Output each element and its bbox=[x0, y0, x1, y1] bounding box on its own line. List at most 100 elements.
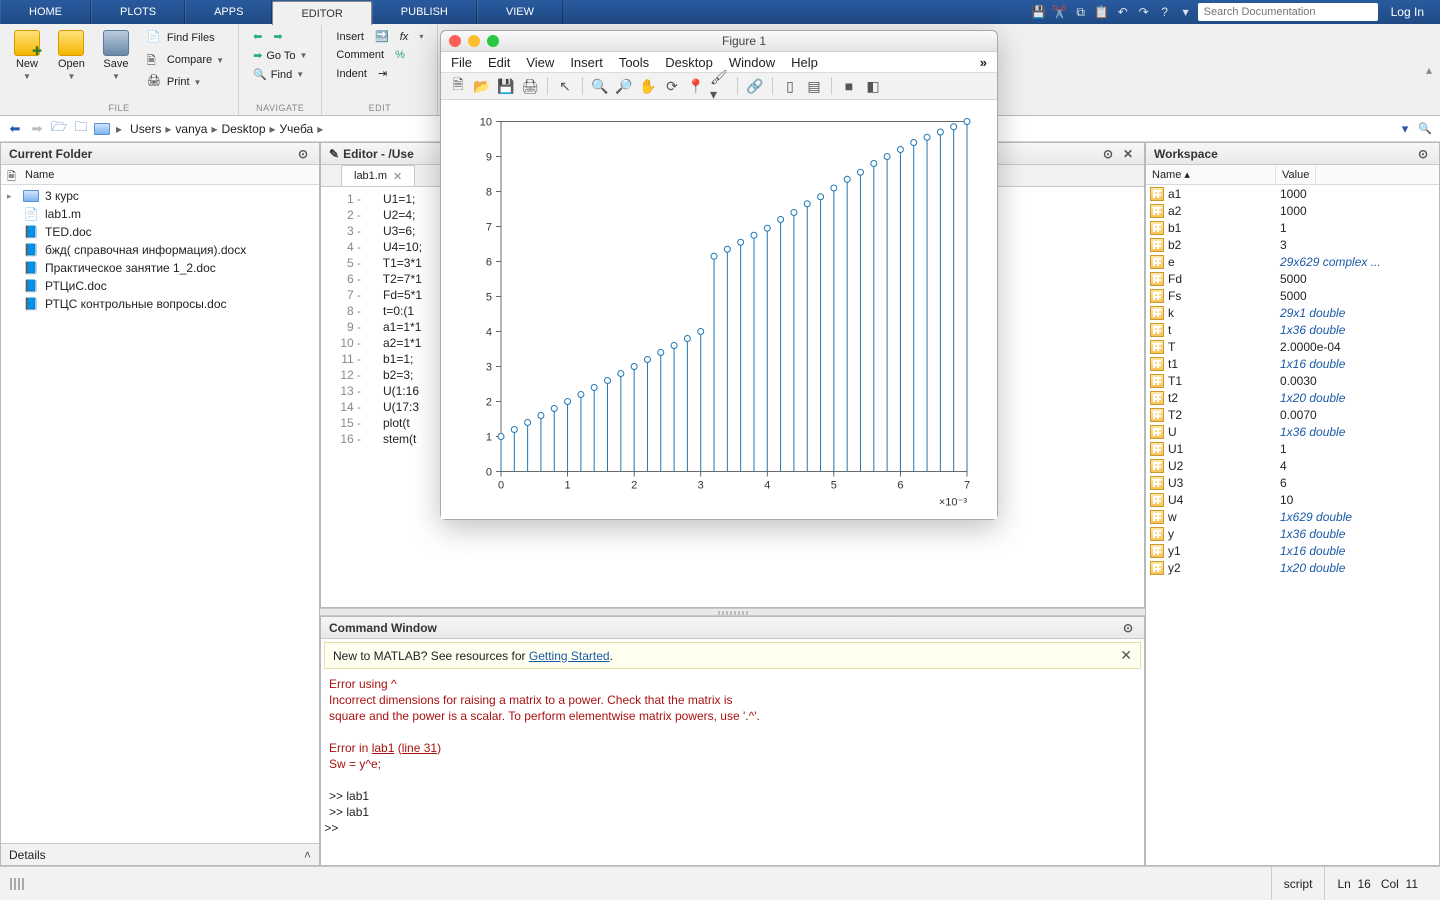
legend-icon[interactable]: ▤ bbox=[803, 75, 825, 97]
save-figure-icon[interactable]: 💾 bbox=[495, 75, 517, 97]
column-header-name[interactable]: Name ▴ bbox=[1146, 165, 1276, 184]
cut-icon[interactable]: ✂️ bbox=[1051, 3, 1069, 21]
menu-tools[interactable]: Tools bbox=[619, 55, 649, 70]
nav-back-icon[interactable]: ⬅ bbox=[6, 120, 24, 138]
panel-menu-icon[interactable]: ⊙ bbox=[1415, 146, 1431, 162]
open-figure-icon[interactable]: 📂 bbox=[471, 75, 493, 97]
path-dropdown-icon[interactable]: ▾ bbox=[1396, 120, 1414, 138]
workspace-variable[interactable]: k29x1 double bbox=[1146, 304, 1439, 321]
workspace-variable[interactable]: T2.0000e-04 bbox=[1146, 338, 1439, 355]
window-maximize-icon[interactable] bbox=[487, 35, 499, 47]
workspace-variable[interactable]: y21x20 double bbox=[1146, 559, 1439, 576]
workspace-variable[interactable]: a11000 bbox=[1146, 185, 1439, 202]
menu-view[interactable]: View bbox=[526, 55, 554, 70]
error-file-link[interactable]: lab1 bbox=[372, 741, 395, 755]
menu-edit[interactable]: Edit bbox=[488, 55, 510, 70]
breadcrumb[interactable]: Users bbox=[128, 122, 163, 136]
workspace-variable[interactable]: U410 bbox=[1146, 491, 1439, 508]
workspace-variable[interactable]: t21x20 double bbox=[1146, 389, 1439, 406]
tab-view[interactable]: VIEW bbox=[477, 0, 563, 24]
find-files-button[interactable]: 📄Find Files bbox=[143, 28, 228, 48]
brush-icon[interactable]: 🖌▾ bbox=[709, 75, 731, 97]
link-icon[interactable]: 🔗 bbox=[744, 75, 766, 97]
zoom-in-icon[interactable]: 🔍 bbox=[589, 75, 611, 97]
rotate-icon[interactable]: ⟳ bbox=[661, 75, 683, 97]
workspace-variable[interactable]: U11 bbox=[1146, 440, 1439, 457]
workspace-variable[interactable]: Fd5000 bbox=[1146, 270, 1439, 287]
editor-file-tab[interactable]: lab1.m✕ bbox=[341, 165, 415, 186]
hide-tools-icon[interactable]: ■ bbox=[838, 75, 860, 97]
menu-window[interactable]: Window bbox=[729, 55, 775, 70]
new-figure-icon[interactable]: 🗎 bbox=[447, 75, 469, 97]
collapse-ribbon-icon[interactable]: ▴ bbox=[1426, 24, 1440, 115]
zoom-out-icon[interactable]: 🔎 bbox=[613, 75, 635, 97]
window-close-icon[interactable] bbox=[449, 35, 461, 47]
file-row[interactable]: 📘бжд( справочная информация).docx bbox=[1, 241, 319, 259]
workspace-variable[interactable]: w1x629 double bbox=[1146, 508, 1439, 525]
dropdown-icon[interactable]: ▾ bbox=[1177, 3, 1195, 21]
save-icon[interactable]: 💾 bbox=[1030, 3, 1048, 21]
column-header-value[interactable]: Value bbox=[1276, 165, 1316, 184]
workspace-variable[interactable]: U1x36 double bbox=[1146, 423, 1439, 440]
panel-menu-icon[interactable]: ⊙ bbox=[295, 146, 311, 162]
search-documentation-input[interactable] bbox=[1198, 3, 1378, 21]
panel-menu-icon[interactable]: ⊙ bbox=[1120, 620, 1136, 636]
tab-editor[interactable]: EDITOR bbox=[272, 1, 371, 25]
tab-apps[interactable]: APPS bbox=[185, 0, 272, 24]
insert-button[interactable]: Insert 🔜 fx ▾ bbox=[332, 28, 427, 45]
help-icon[interactable]: ? bbox=[1156, 3, 1174, 21]
breadcrumb[interactable]: Desktop bbox=[219, 122, 267, 136]
tab-close-icon[interactable]: ✕ bbox=[393, 170, 402, 183]
undo-icon[interactable]: ↶ bbox=[1114, 3, 1132, 21]
redo-icon[interactable]: ↷ bbox=[1135, 3, 1153, 21]
figure-window[interactable]: Figure 1 FileEditViewInsertToolsDesktopW… bbox=[440, 30, 998, 520]
figure-menu-overflow-icon[interactable]: » bbox=[980, 55, 987, 70]
workspace-variable[interactable]: Fs5000 bbox=[1146, 287, 1439, 304]
menu-help[interactable]: Help bbox=[791, 55, 818, 70]
workspace-variable[interactable]: b11 bbox=[1146, 219, 1439, 236]
horizontal-splitter[interactable] bbox=[320, 608, 1145, 616]
file-row[interactable]: 📄lab1.m bbox=[1, 205, 319, 223]
workspace-variable[interactable]: t1x36 double bbox=[1146, 321, 1439, 338]
workspace-variable[interactable]: t11x16 double bbox=[1146, 355, 1439, 372]
tab-home[interactable]: HOME bbox=[0, 0, 91, 24]
save-button[interactable]: Save▼ bbox=[99, 28, 133, 83]
workspace-variable[interactable]: b23 bbox=[1146, 236, 1439, 253]
figure-titlebar[interactable]: Figure 1 bbox=[441, 31, 997, 52]
breadcrumb[interactable]: Учеба bbox=[278, 122, 316, 136]
tab-publish[interactable]: PUBLISH bbox=[372, 0, 477, 24]
workspace-variable[interactable]: T10.0030 bbox=[1146, 372, 1439, 389]
workspace-variable[interactable]: e29x629 complex ... bbox=[1146, 253, 1439, 270]
error-line-link[interactable]: line 31 bbox=[402, 741, 437, 755]
window-minimize-icon[interactable] bbox=[468, 35, 480, 47]
workspace-variable[interactable]: U36 bbox=[1146, 474, 1439, 491]
getting-started-link[interactable]: Getting Started bbox=[529, 649, 610, 663]
file-row[interactable]: 📘РТЦС контрольные вопросы.doc bbox=[1, 295, 319, 313]
copy-icon[interactable]: ⧉ bbox=[1072, 3, 1090, 21]
login-button[interactable]: Log In bbox=[1381, 5, 1434, 19]
open-button[interactable]: Open▼ bbox=[54, 28, 89, 83]
expand-details-icon[interactable]: ˄ bbox=[304, 848, 311, 862]
banner-close-icon[interactable]: ✕ bbox=[1120, 647, 1132, 664]
command-window-body[interactable]: Error using ^ Incorrect dimensions for r… bbox=[321, 672, 1144, 865]
nav-history-icon[interactable]: 🗀 bbox=[72, 120, 90, 138]
path-search-icon[interactable] bbox=[1416, 120, 1434, 138]
workspace-variable[interactable]: T20.0070 bbox=[1146, 406, 1439, 423]
details-label[interactable]: Details bbox=[9, 848, 46, 862]
datatip-icon[interactable]: 📍 bbox=[685, 75, 707, 97]
workspace-variable[interactable]: U24 bbox=[1146, 457, 1439, 474]
print-figure-icon[interactable]: 🖨 bbox=[519, 75, 541, 97]
pan-icon[interactable]: ✋ bbox=[637, 75, 659, 97]
workspace-variable[interactable]: a21000 bbox=[1146, 202, 1439, 219]
pointer-icon[interactable]: ↖ bbox=[554, 75, 576, 97]
menu-insert[interactable]: Insert bbox=[570, 55, 603, 70]
new-button[interactable]: New▼ bbox=[10, 28, 44, 83]
paste-icon[interactable]: 📋 bbox=[1093, 3, 1111, 21]
workspace-variable[interactable]: y11x16 double bbox=[1146, 542, 1439, 559]
show-tools-icon[interactable]: ◧ bbox=[862, 75, 884, 97]
nav-back-forward[interactable]: ⬅ ➡ bbox=[249, 28, 311, 45]
file-row[interactable]: 📘РТЦиС.doc bbox=[1, 277, 319, 295]
menu-desktop[interactable]: Desktop bbox=[665, 55, 713, 70]
print-button[interactable]: 🖨Print▼ bbox=[143, 72, 228, 92]
find-button[interactable]: Find▼ bbox=[249, 66, 311, 83]
